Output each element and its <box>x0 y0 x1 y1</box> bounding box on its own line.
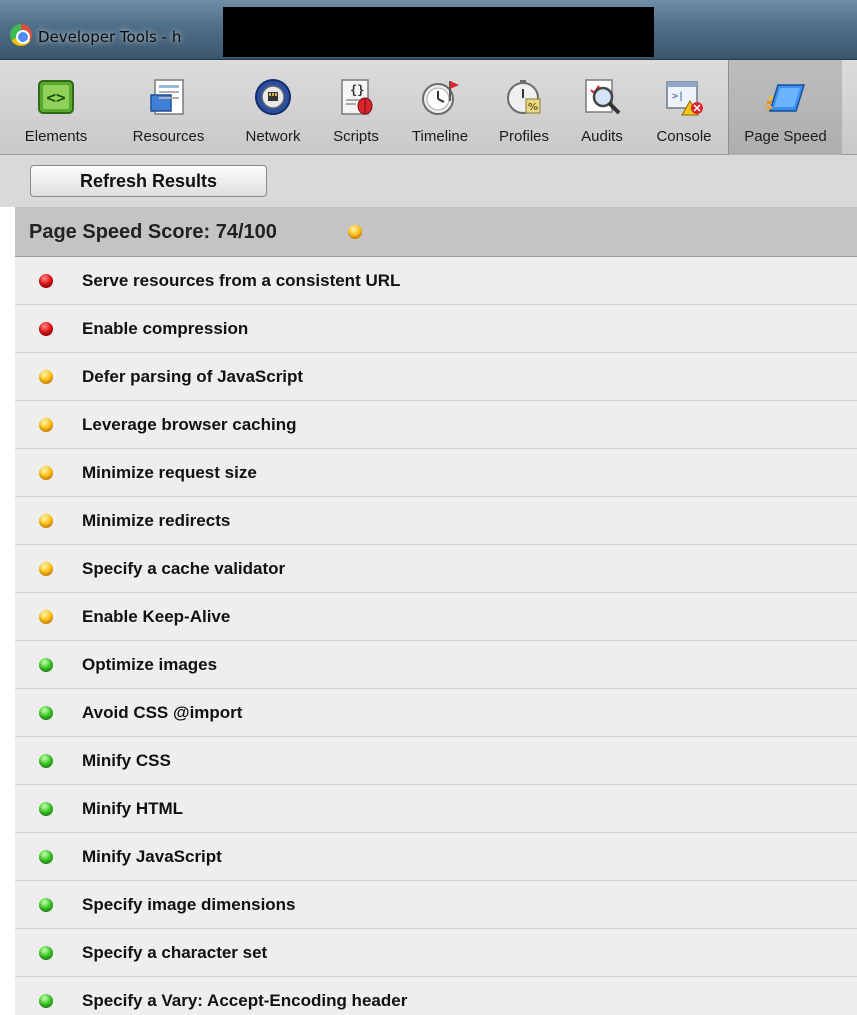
rule-row[interactable]: Specify a Vary: Accept-Encoding header <box>15 977 857 1015</box>
rule-label: Minimize redirects <box>82 511 231 530</box>
score-header[interactable]: Page Speed Score: 74/100 <box>15 207 857 257</box>
rule-status-green-icon <box>39 802 53 816</box>
timeline-icon <box>422 81 459 115</box>
rule-row[interactable]: Minify HTML <box>15 785 857 833</box>
rule-label: Minify HTML <box>82 799 184 818</box>
rule-row[interactable]: Enable Keep-Alive <box>15 593 857 641</box>
chrome-logo-icon <box>10 24 32 46</box>
rule-label: Optimize images <box>82 655 218 674</box>
svg-text:<>: <> <box>46 88 65 107</box>
profiles-icon: % <box>507 80 541 114</box>
window-title-bar: Developer Tools - h <box>0 0 857 60</box>
rule-status-green-icon <box>39 946 53 960</box>
rule-row[interactable]: Avoid CSS @import <box>15 689 857 737</box>
scripts-icon: {} <box>341 79 373 115</box>
rule-status-green-icon <box>39 994 53 1008</box>
rule-label: Specify image dimensions <box>82 895 296 914</box>
rule-row[interactable]: Specify a character set <box>15 929 857 977</box>
rule-status-orange-icon <box>39 514 53 528</box>
tab-audits[interactable]: Audits <box>571 60 633 155</box>
tab-page-speed[interactable]: Page Speed <box>728 60 842 155</box>
rule-status-green-icon <box>39 706 53 720</box>
svg-text:>|: >| <box>672 91 684 102</box>
rule-status-orange-icon <box>39 370 53 384</box>
redaction-box <box>223 7 654 57</box>
tab-profiles[interactable]: % Profiles <box>487 60 561 155</box>
rule-label: Enable Keep-Alive <box>82 607 231 626</box>
rule-label: Minify JavaScript <box>82 847 222 866</box>
rule-label: Leverage browser caching <box>82 415 297 434</box>
rule-row[interactable]: Minimize redirects <box>15 497 857 545</box>
elements-icon: <> <box>38 80 74 114</box>
svg-text:%: % <box>528 102 538 113</box>
rule-row[interactable]: Leverage browser caching <box>15 401 857 449</box>
rule-status-red-icon <box>39 274 53 288</box>
rule-label: Minimize request size <box>82 463 257 482</box>
rule-label: Avoid CSS @import <box>82 703 243 722</box>
rule-row[interactable]: Optimize images <box>15 641 857 689</box>
rule-status-orange-icon <box>39 562 53 576</box>
rule-label: Defer parsing of JavaScript <box>82 367 304 386</box>
tab-scripts[interactable]: {} Scripts <box>322 60 390 155</box>
window-title: Developer Tools - h <box>38 28 182 46</box>
resources-icon <box>149 79 184 115</box>
rule-status-orange-icon <box>39 610 53 624</box>
rule-label: Specify a character set <box>82 943 268 962</box>
console-icon: >| <box>666 81 703 116</box>
audits-icon <box>585 79 621 115</box>
rule-label: Serve resources from a consistent URL <box>82 271 401 290</box>
rule-row[interactable]: Defer parsing of JavaScript <box>15 353 857 401</box>
rule-status-green-icon <box>39 754 53 768</box>
rule-status-green-icon <box>39 850 53 864</box>
rule-row[interactable]: Minimize request size <box>15 449 857 497</box>
refresh-results-button[interactable]: Refresh Results <box>30 165 267 197</box>
rule-label: Minify CSS <box>82 751 171 770</box>
rule-row[interactable]: Specify image dimensions <box>15 881 857 929</box>
rule-label: Specify a Vary: Accept-Encoding header <box>82 991 408 1010</box>
rules-list: Serve resources from a consistent URL Ena… <box>15 257 857 1015</box>
rule-label: Enable compression <box>82 319 249 338</box>
tab-network[interactable]: Network <box>232 60 314 155</box>
tab-elements[interactable]: <> Elements <box>14 60 98 155</box>
rule-row[interactable]: Minify JavaScript <box>15 833 857 881</box>
rule-label: Specify a cache validator <box>82 559 286 578</box>
tab-console[interactable]: >| Console <box>645 60 723 155</box>
score-status-icon <box>348 225 362 239</box>
rule-row[interactable]: Minify CSS <box>15 737 857 785</box>
rule-status-green-icon <box>39 658 53 672</box>
devtools-toolbar: <> Elements Resources Network {} Scripts… <box>0 60 857 155</box>
refresh-bar: Refresh Results <box>0 155 857 207</box>
svg-text:{}: {} <box>350 83 364 97</box>
rule-row[interactable]: Serve resources from a consistent URL <box>15 257 857 305</box>
tab-resources[interactable]: Resources <box>121 60 216 155</box>
rule-status-green-icon <box>39 898 53 912</box>
rule-status-orange-icon <box>39 418 53 432</box>
rule-status-red-icon <box>39 322 53 336</box>
rule-row[interactable]: Specify a cache validator <box>15 545 857 593</box>
tab-timeline[interactable]: Timeline <box>399 60 481 155</box>
rule-status-orange-icon <box>39 466 53 480</box>
network-icon <box>255 79 291 115</box>
rule-row[interactable]: Enable compression <box>15 305 857 353</box>
page-speed-score: Page Speed Score: 74/100 <box>29 221 277 243</box>
page-speed-icon <box>765 84 805 112</box>
